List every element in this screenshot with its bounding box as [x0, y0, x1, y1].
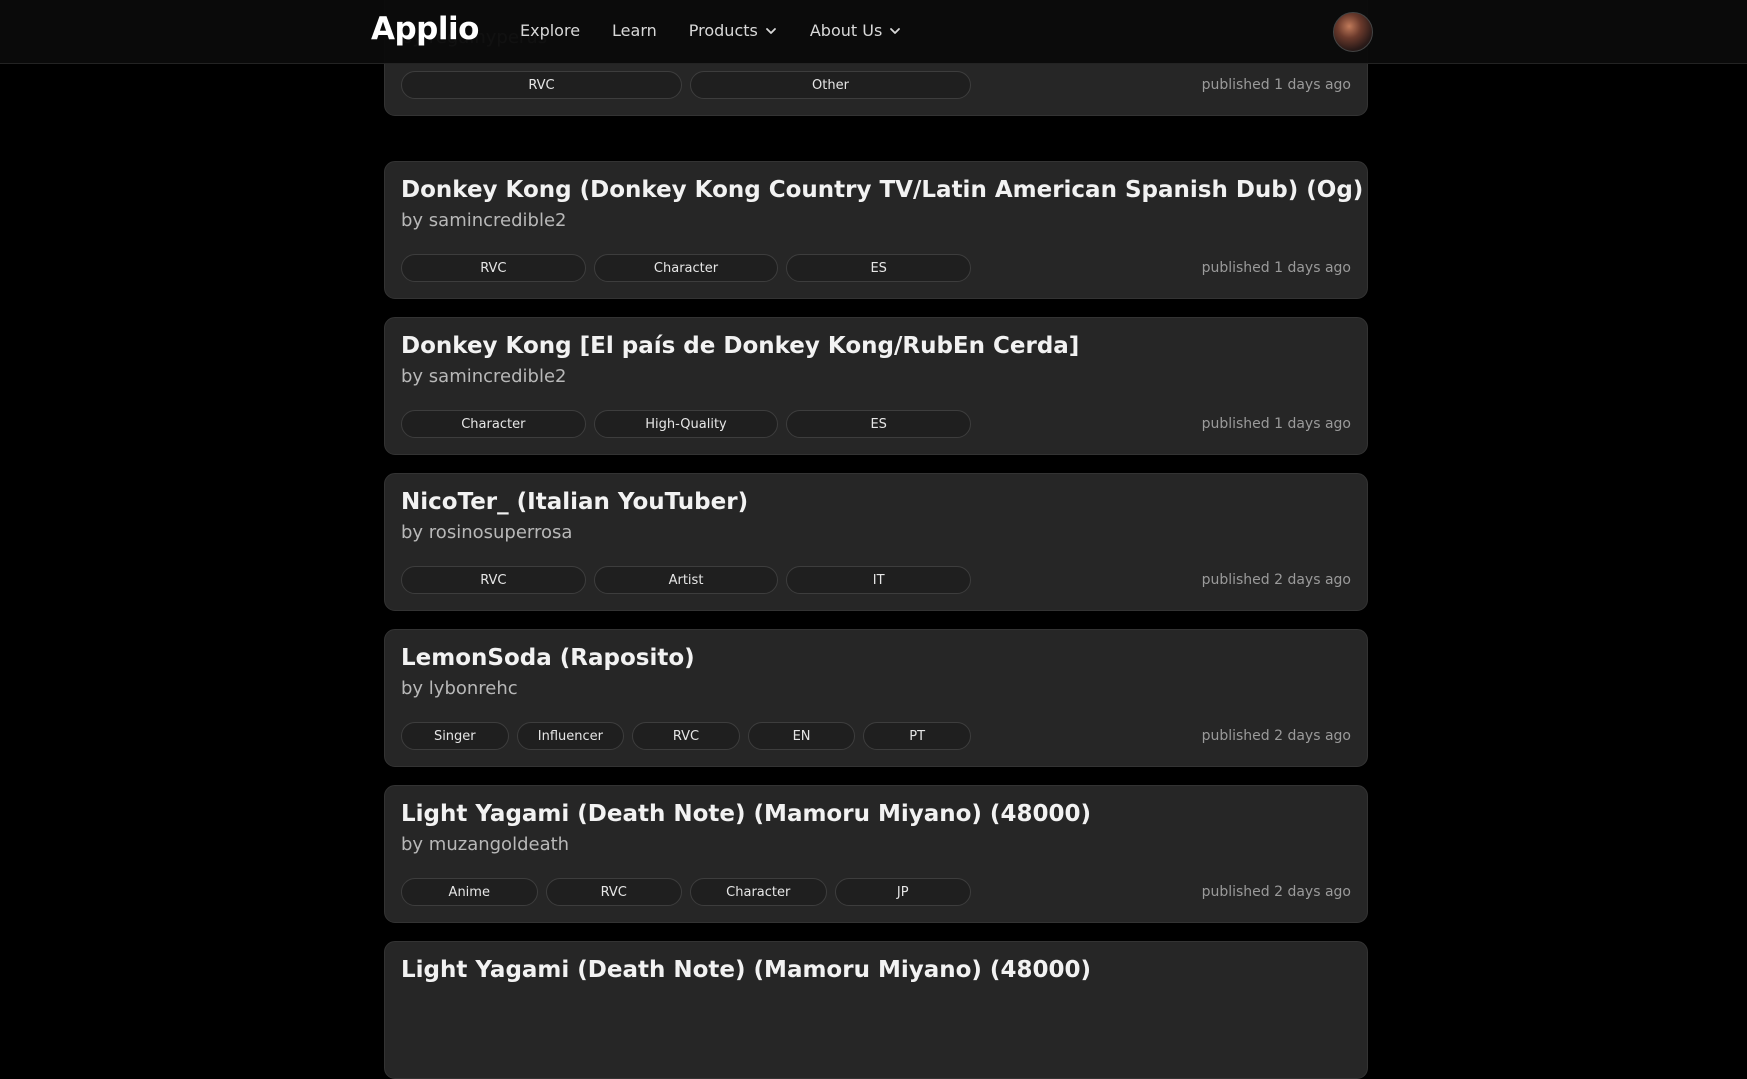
- published-time: published 2 days ago: [1201, 572, 1351, 588]
- model-author[interactable]: by lybonrehc: [401, 678, 518, 699]
- published-time: published 1 days ago: [1201, 260, 1351, 276]
- tag-chip[interactable]: ES: [786, 254, 972, 282]
- model-card[interactable]: LemonSoda (Raposito) by lybonrehc Singer In…: [384, 629, 1368, 767]
- tag-chip[interactable]: Singer: [401, 722, 509, 750]
- nav-products-label: Products: [688, 21, 758, 40]
- model-card[interactable]: NicoTer_ (Italian YouTuber) by rosinosupe…: [384, 473, 1368, 611]
- tag-list: Character High-Quality ES: [401, 410, 972, 440]
- top-navbar: Applio Explore Learn Products About Us: [0, 0, 1747, 64]
- applio-logo[interactable]: Applio: [371, 11, 479, 47]
- published-time: published 1 days ago: [1201, 416, 1351, 432]
- tag-chip[interactable]: PT: [863, 722, 971, 750]
- tag-chip[interactable]: Character: [401, 410, 586, 438]
- tag-list: RVC Character ES: [401, 254, 972, 284]
- model-title[interactable]: LemonSoda (Raposito): [401, 645, 695, 671]
- tag-chip[interactable]: RVC: [401, 71, 682, 99]
- model-author[interactable]: by samincredible2: [401, 210, 567, 231]
- user-avatar[interactable]: [1333, 12, 1373, 52]
- model-author[interactable]: by samincredible2: [401, 366, 567, 387]
- tag-list: Singer Influencer RVC EN PT: [401, 722, 971, 752]
- tag-chip[interactable]: ES: [786, 410, 972, 438]
- tag-chip[interactable]: High-Quality: [593, 410, 779, 438]
- model-author[interactable]: by rosinosuperrosa: [401, 522, 572, 543]
- tag-list: RVC Other: [401, 71, 971, 101]
- nav-links: Explore Learn Products About Us: [520, 21, 902, 40]
- tag-chip[interactable]: IT: [786, 566, 972, 594]
- published-time: published 1 days ago: [1201, 77, 1351, 93]
- tag-chip[interactable]: RVC: [545, 878, 682, 906]
- nav-about-label: About Us: [809, 21, 883, 40]
- nav-explore[interactable]: Explore: [520, 21, 580, 40]
- tag-chip[interactable]: RVC: [401, 254, 586, 282]
- chevron-down-icon: [765, 27, 776, 34]
- model-author[interactable]: by muzangoldeath: [401, 834, 569, 855]
- tag-list: RVC Artist IT: [401, 566, 972, 596]
- model-title[interactable]: Light Yagami (Death Note) (Mamoru Miyano…: [401, 801, 1091, 827]
- chevron-down-icon: [890, 27, 901, 34]
- nav-explore-label: Explore: [520, 21, 581, 40]
- tag-chip[interactable]: Influencer: [516, 722, 625, 750]
- nav-products-dropdown[interactable]: Products: [689, 21, 778, 40]
- model-card[interactable]: Donkey Kong (Donkey Kong Country TV/Lati…: [384, 161, 1368, 299]
- nav-learn-label: Learn: [612, 21, 657, 40]
- tag-list: Anime RVC Character JP: [401, 878, 971, 908]
- tag-chip[interactable]: Character: [690, 878, 827, 906]
- tag-chip[interactable]: Other: [690, 71, 971, 99]
- tag-chip[interactable]: RVC: [401, 566, 586, 594]
- published-time: published 2 days ago: [1201, 728, 1351, 744]
- model-title[interactable]: Light Yagami (Death Note) (Mamoru Miyano…: [401, 957, 1091, 983]
- model-card[interactable]: Donkey Kong [El país de Donkey Kong/RubE…: [384, 317, 1368, 455]
- published-time: published 2 days ago: [1201, 884, 1351, 900]
- model-title[interactable]: Donkey Kong [El país de Donkey Kong/RubE…: [401, 333, 1079, 359]
- tag-chip[interactable]: JP: [834, 878, 971, 906]
- tag-chip[interactable]: EN: [747, 722, 856, 750]
- tag-chip[interactable]: Anime: [401, 878, 538, 906]
- tag-chip[interactable]: RVC: [632, 722, 740, 750]
- model-card[interactable]: Light Yagami (Death Note) (Mamoru Miyano…: [384, 785, 1368, 923]
- tag-chip[interactable]: Character: [593, 254, 779, 282]
- tag-chip[interactable]: Artist: [593, 566, 779, 594]
- nav-learn[interactable]: Learn: [612, 21, 657, 40]
- model-title[interactable]: NicoTer_ (Italian YouTuber): [401, 489, 748, 515]
- nav-about-dropdown[interactable]: About Us: [810, 21, 902, 40]
- model-title[interactable]: Donkey Kong (Donkey Kong Country TV/Lati…: [401, 177, 1363, 203]
- model-card[interactable]: Light Yagami (Death Note) (Mamoru Miyano…: [384, 941, 1368, 1079]
